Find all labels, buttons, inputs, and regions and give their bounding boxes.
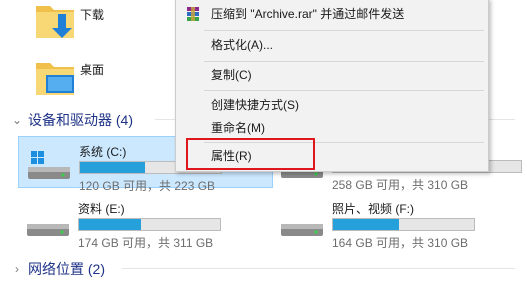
folder-downloads[interactable]: 下载 [30, 0, 170, 48]
menu-label: 创建快捷方式(S) [211, 98, 299, 112]
menu-item-format[interactable]: 格式化(A)... [176, 34, 488, 56]
menu-label: 压缩到 "Archive.rar" 并通过邮件发送 [211, 7, 405, 21]
menu-item-rename[interactable]: 重命名(M) [176, 117, 488, 139]
drive-e[interactable]: 资料 (E:) 174 GB 可用，共 311 GB [18, 194, 273, 250]
chevron-down-icon: ⌄ [11, 113, 23, 127]
menu-item-copy[interactable]: 复制(C) [176, 64, 488, 86]
folder-label: 下载 [80, 8, 105, 22]
drive-free-space: 120 GB 可用，共 223 GB [79, 179, 216, 193]
menu-separator [204, 30, 484, 31]
folder-label: 桌面 [80, 63, 105, 77]
menu-item-compress-email[interactable]: 压缩到 "Archive.rar" 并通过邮件发送 [176, 3, 488, 25]
drive-name: 资料 (E:) [78, 202, 125, 216]
menu-item-create-shortcut[interactable]: 创建快捷方式(S) [176, 94, 488, 116]
desktop-folder-icon [36, 63, 74, 95]
drive-usage-fill [80, 162, 145, 173]
drive-free-space: 174 GB 可用，共 311 GB [78, 236, 214, 250]
network-section-header[interactable]: › 网络位置 (2) [10, 259, 105, 279]
menu-separator [204, 61, 484, 62]
folder-desktop[interactable]: 桌面 [30, 55, 170, 103]
properties-highlight-box [186, 138, 315, 170]
drive-free-space: 164 GB 可用，共 310 GB [332, 236, 469, 250]
devices-section-header[interactable]: ⌄ 设备和驱动器 (4) [10, 110, 133, 130]
drive-usage-fill [333, 219, 400, 230]
drive-free-space: 258 GB 可用，共 310 GB [332, 178, 469, 192]
hard-drive-icon [27, 224, 69, 236]
windows-drive-icon [28, 151, 70, 179]
menu-label: 复制(C) [211, 68, 252, 82]
chevron-right-icon: › [15, 262, 19, 276]
drive-usage-bar [78, 218, 221, 231]
menu-label: 格式化(A)... [211, 38, 273, 52]
drive-f[interactable]: 照片、视频 (F:) 164 GB 可用，共 310 GB [272, 194, 527, 250]
hard-drive-icon [281, 224, 323, 236]
drive-usage-fill [79, 219, 142, 230]
menu-label: 重命名(M) [211, 121, 265, 135]
menu-separator [204, 90, 484, 91]
drive-usage-bar [332, 218, 475, 231]
section-title: 设备和驱动器 (4) [28, 112, 133, 128]
drive-name: 照片、视频 (F:) [332, 202, 414, 216]
winrar-icon [187, 7, 199, 21]
section-divider [122, 268, 515, 269]
drive-name: 系统 (C:) [79, 145, 127, 159]
downloads-folder-icon [36, 6, 74, 38]
section-title: 网络位置 (2) [28, 261, 105, 277]
